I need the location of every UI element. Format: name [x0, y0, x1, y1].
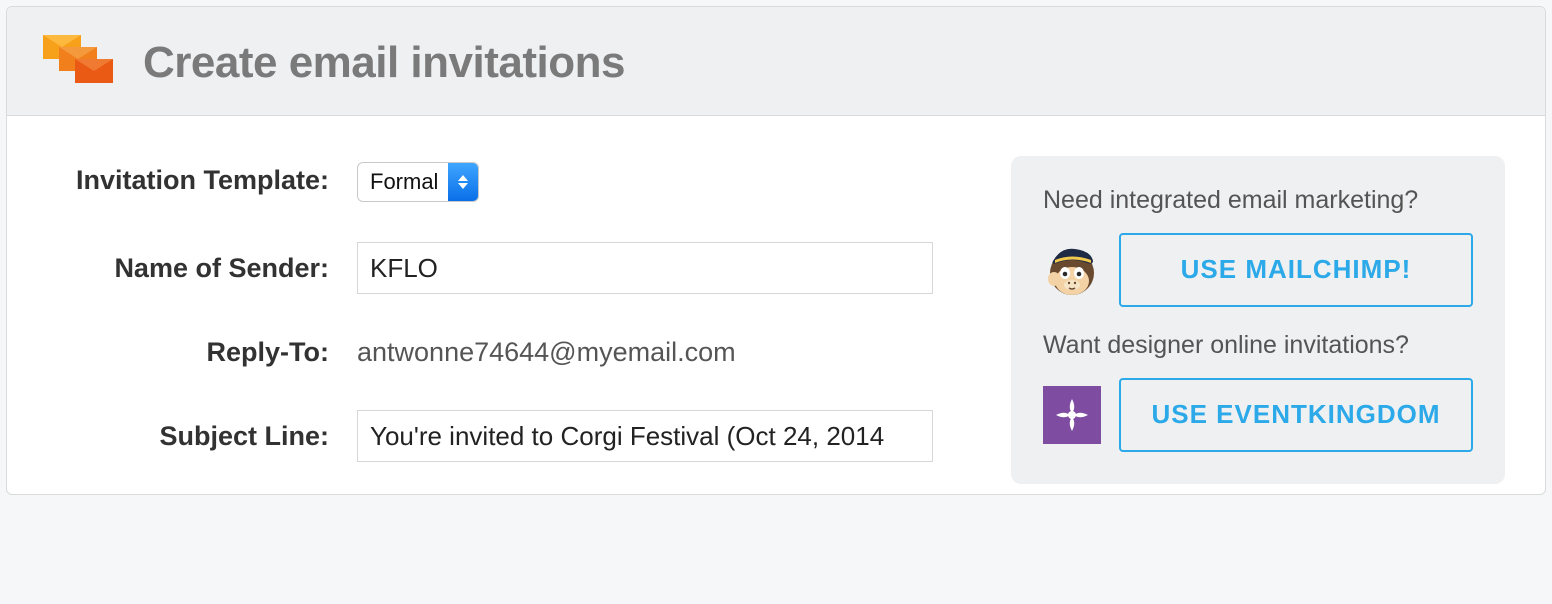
eventkingdom-row: USE EVENTKINGDOM	[1043, 378, 1473, 452]
mailchimp-prompt: Need integrated email marketing?	[1043, 186, 1473, 215]
card-body: Invitation Template: Formal Name of Send…	[7, 116, 1545, 494]
mailchimp-icon	[1043, 241, 1101, 299]
page-title: Create email invitations	[143, 38, 625, 88]
envelopes-icon	[43, 35, 115, 91]
template-select-value: Formal	[358, 163, 448, 201]
email-invitations-card: Create email invitations Invitation Temp…	[6, 6, 1546, 495]
use-mailchimp-button[interactable]: USE MAILCHIMP!	[1119, 233, 1473, 307]
eventkingdom-icon	[1043, 386, 1101, 444]
replyto-value: antwonne74644@myemail.com	[357, 337, 736, 368]
select-stepper-icon	[448, 163, 478, 201]
sender-label: Name of Sender:	[47, 250, 357, 286]
card-header: Create email invitations	[7, 7, 1545, 116]
eventkingdom-prompt: Want designer online invitations?	[1043, 331, 1473, 360]
sender-input[interactable]	[357, 242, 933, 294]
subject-input[interactable]	[357, 410, 933, 462]
template-select[interactable]: Formal	[357, 162, 479, 202]
subject-row: Subject Line:	[47, 410, 975, 462]
subject-label: Subject Line:	[47, 418, 357, 454]
replyto-row: Reply-To: antwonne74644@myemail.com	[47, 334, 975, 370]
form-area: Invitation Template: Formal Name of Send…	[47, 156, 975, 472]
mailchimp-row: USE MAILCHIMP!	[1043, 233, 1473, 307]
sender-row: Name of Sender:	[47, 242, 975, 294]
replyto-label: Reply-To:	[47, 334, 357, 370]
use-eventkingdom-button[interactable]: USE EVENTKINGDOM	[1119, 378, 1473, 452]
side-panel: Need integrated email marketing?	[1011, 156, 1505, 484]
template-row: Invitation Template: Formal	[47, 162, 975, 202]
template-label: Invitation Template:	[47, 162, 357, 198]
